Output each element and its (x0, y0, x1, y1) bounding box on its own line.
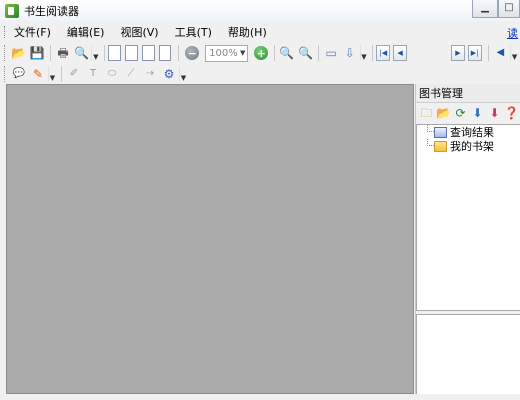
next-page-icon[interactable]: ▶ (451, 45, 465, 61)
open-icon[interactable]: 📂 (10, 44, 28, 62)
zoom-in-icon[interactable]: + (254, 46, 269, 60)
document-view[interactable] (6, 84, 414, 394)
export-icon[interactable]: ⬇ (487, 104, 502, 122)
info-icon[interactable]: ❓ (504, 104, 519, 122)
maximize-button[interactable]: □ (498, 0, 520, 18)
page-continuous-icon[interactable] (125, 45, 138, 61)
last-page-icon[interactable]: ▶| (467, 45, 482, 61)
book-tree[interactable]: 查询结果 我的书架 (416, 124, 520, 311)
toolbar-grip[interactable] (4, 45, 7, 61)
annotation-toolbar: 💬 ✎ ▼ ✐ T ⬭ ⟋ ⇢ ⚙ ▼ (0, 64, 520, 84)
menu-help[interactable]: 帮助(H) (228, 24, 267, 40)
find-dropdown[interactable]: ▼ (91, 45, 99, 61)
panel-detail-pane (416, 314, 520, 396)
line-icon[interactable]: ⟋ (122, 65, 140, 83)
refresh-icon[interactable]: ⟳ (453, 104, 468, 122)
toolbar-separator (372, 45, 374, 61)
fit-page-icon[interactable]: ⇩ (341, 44, 359, 62)
magnify-minus-icon[interactable]: 🔍 (297, 44, 315, 62)
fit-width-icon[interactable]: ▭ (322, 44, 340, 62)
zoom-select[interactable]: 100% ▼ (205, 44, 249, 62)
page-facing-icon[interactable] (141, 45, 155, 61)
settings-icon[interactable]: ⚙ (160, 65, 178, 83)
tree-item-my-bookshelf[interactable]: 我的书架 (417, 139, 520, 153)
toolbar-grip[interactable] (4, 66, 7, 82)
chevron-down-icon: ▼ (239, 49, 246, 57)
toolbar-separator (178, 45, 180, 61)
new-folder-icon[interactable]: 🗀 (419, 104, 434, 122)
text-tool-icon[interactable]: T (84, 65, 102, 83)
page-book-icon[interactable] (158, 45, 172, 61)
tree-item-search-results[interactable]: 查询结果 (417, 125, 520, 139)
tree-item-label: 我的书架 (450, 140, 494, 153)
zoom-value: 100% (209, 47, 238, 59)
title-bar: 书生阅读器 ▁ □ (0, 0, 520, 22)
tree-connector (427, 125, 434, 132)
menu-read-link[interactable]: 读 (507, 25, 518, 41)
window-title: 书生阅读器 (24, 5, 79, 18)
toolbar-separator (61, 66, 62, 82)
zoom-out-icon[interactable]: − (185, 46, 200, 60)
menu-bar: 文件(F) 编辑(E) 视图(V) 工具(T) 帮助(H) 读 (0, 22, 520, 42)
fit-dropdown[interactable]: ▼ (359, 45, 368, 61)
folder-icon (434, 140, 447, 152)
save-icon[interactable]: 💾 (29, 44, 47, 62)
page-single-icon[interactable] (108, 45, 122, 61)
tree-connector (427, 139, 434, 146)
magnify-icon[interactable]: 🔍 (278, 44, 296, 62)
arrow-line-icon[interactable]: ⇢ (141, 65, 159, 83)
stamp-dropdown[interactable]: ▼ (48, 66, 56, 82)
panel-toolbar: 🗀 📂 ⟳ ⬇ ⬇ ❓ (416, 103, 520, 123)
find-icon[interactable]: 🔍 (73, 44, 91, 62)
first-page-icon[interactable]: |◀ (376, 45, 391, 61)
app-logo-icon (5, 4, 19, 18)
toolbar-separator (274, 45, 276, 61)
comment-icon[interactable]: 💬 (10, 65, 28, 83)
ellipse-icon[interactable]: ⬭ (103, 65, 121, 83)
search-folder-icon (434, 126, 447, 138)
toolbar-separator (50, 45, 52, 61)
toolbar-separator (487, 45, 489, 61)
toolbar-separator (318, 45, 320, 61)
open-folder-icon[interactable]: 📂 (436, 104, 451, 122)
pen-icon[interactable]: ✐ (65, 65, 83, 83)
settings-dropdown[interactable]: ▼ (179, 66, 187, 82)
import-icon[interactable]: ⬇ (470, 104, 485, 122)
prev-page-icon[interactable]: ◀ (393, 45, 407, 61)
menu-tools[interactable]: 工具(T) (175, 24, 212, 40)
panel-title: 图书管理 (416, 84, 520, 103)
minimize-button[interactable]: ▁ (472, 0, 498, 18)
toolbar-separator (104, 45, 106, 61)
book-management-panel: 图书管理 🗀 📂 ⟳ ⬇ ⬇ ❓ 查询结果 我的书架 (415, 84, 520, 396)
toolbar-overflow[interactable]: ▼ (510, 45, 518, 61)
menu-edit[interactable]: 编辑(E) (67, 24, 105, 40)
status-bar (0, 394, 520, 400)
menu-view[interactable]: 视图(V) (120, 24, 158, 40)
menu-file[interactable]: 文件(F) (14, 24, 51, 40)
print-icon[interactable]: 🖶 (54, 44, 72, 62)
window-controls: ▁ □ (472, 0, 520, 20)
stamp-icon[interactable]: ✎ (29, 65, 47, 83)
back-icon[interactable]: ◀ (492, 44, 510, 62)
main-toolbar: 📂 💾 🖶 🔍 ▼ − 100% ▼ + 🔍 🔍 ▭ ⇩ ▼ |◀ ◀ ▶ ▶|… (0, 42, 520, 64)
menu-grip[interactable] (4, 26, 7, 38)
